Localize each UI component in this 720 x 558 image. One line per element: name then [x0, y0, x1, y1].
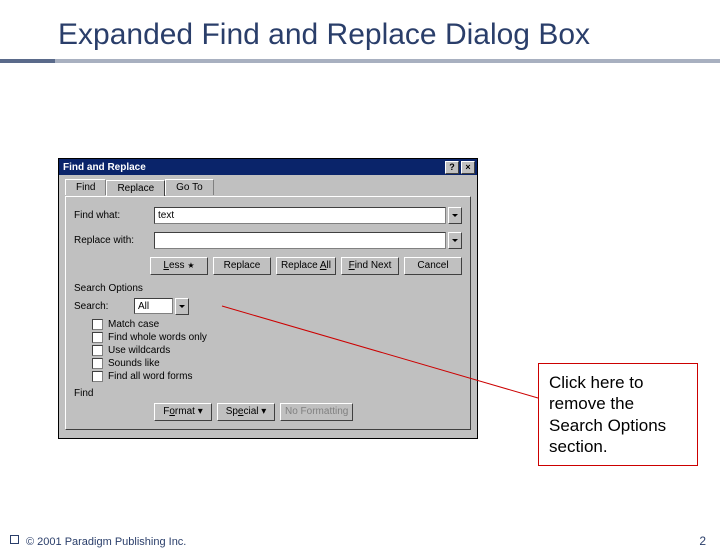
special-button[interactable]: Special ▾ [217, 403, 275, 421]
title-divider [0, 59, 720, 63]
find-what-label: Find what: [74, 210, 154, 221]
replace-with-label: Replace with: [74, 235, 154, 246]
dialog-title: Find and Replace [63, 162, 146, 173]
search-direction-dropdown[interactable] [175, 298, 189, 315]
find-replace-dialog: Find and Replace ? × Find Replace Go To … [58, 158, 478, 439]
word-forms-checkbox[interactable]: Find all word forms [92, 371, 462, 382]
tab-replace[interactable]: Replace [106, 180, 165, 196]
find-what-input[interactable]: text [154, 207, 446, 224]
tab-panel-replace: Find what: text Replace with: Less ★ Rep… [65, 196, 471, 430]
slide-title: Expanded Find and Replace Dialog Box [58, 18, 720, 53]
tab-goto[interactable]: Go To [165, 179, 214, 195]
replace-with-input[interactable] [154, 232, 446, 249]
no-formatting-button[interactable]: No Formatting [280, 403, 353, 421]
find-next-button[interactable]: Find Next [341, 257, 399, 275]
tab-strip: Find Replace Go To [65, 179, 471, 195]
search-direction-label: Search: [74, 301, 126, 312]
page-number: 2 [699, 534, 706, 548]
search-options-label: Search Options [74, 283, 462, 294]
cancel-button[interactable]: Cancel [404, 257, 462, 275]
replace-all-button[interactable]: Replace All [276, 257, 336, 275]
less-button[interactable]: Less ★ [150, 257, 208, 275]
find-section-label: Find [74, 388, 462, 399]
help-button[interactable]: ? [445, 161, 459, 174]
format-button[interactable]: Format ▾ [154, 403, 212, 421]
sounds-like-checkbox[interactable]: Sounds like [92, 358, 462, 369]
replace-button[interactable]: Replace [213, 257, 271, 275]
search-direction-select[interactable]: All [134, 298, 173, 314]
match-case-checkbox[interactable]: Match case [92, 319, 462, 330]
footer-copyright: © 2001 Paradigm Publishing Inc. [12, 536, 186, 548]
callout-box: Click here to remove the Search Options … [538, 363, 698, 466]
tab-find[interactable]: Find [65, 179, 106, 195]
wildcards-checkbox[interactable]: Use wildcards [92, 345, 462, 356]
find-history-dropdown[interactable] [448, 207, 462, 224]
replace-history-dropdown[interactable] [448, 232, 462, 249]
whole-words-checkbox[interactable]: Find whole words only [92, 332, 462, 343]
dialog-titlebar[interactable]: Find and Replace ? × [59, 159, 477, 175]
close-button[interactable]: × [461, 161, 475, 174]
callout-text: Click here to remove the Search Options … [549, 373, 666, 456]
